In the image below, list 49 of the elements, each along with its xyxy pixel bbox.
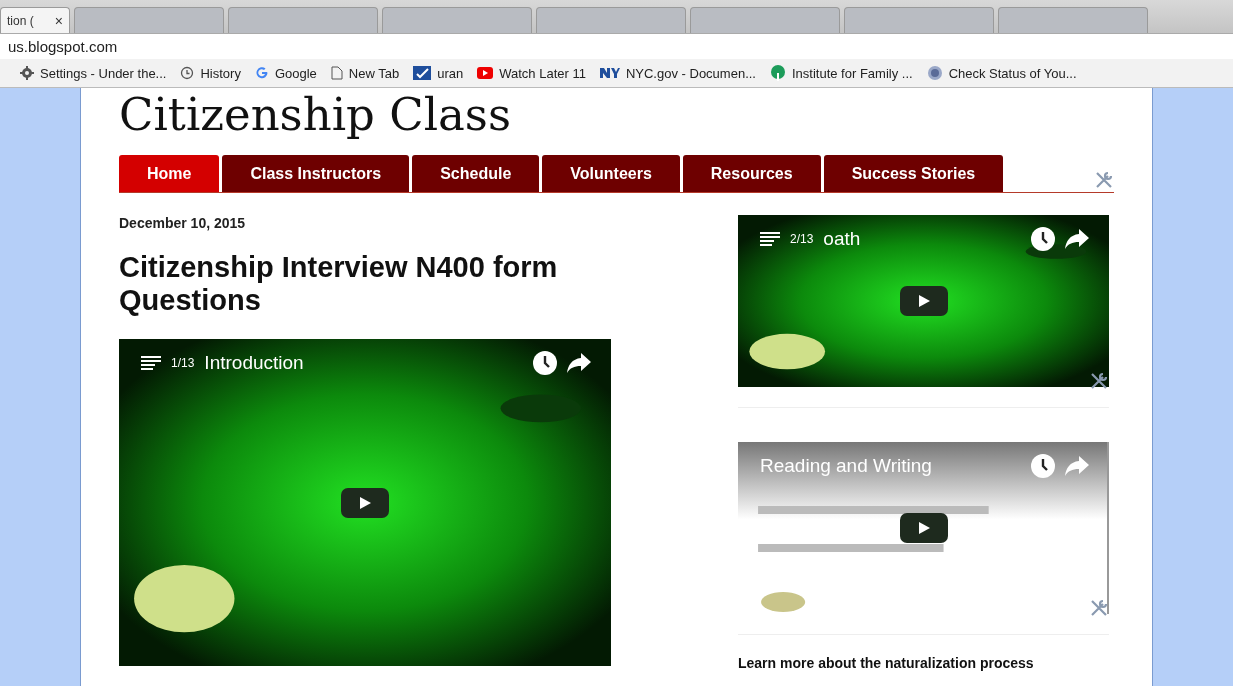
nav-tab[interactable]: Home: [119, 155, 220, 192]
bookmark-link[interactable]: uran: [437, 65, 464, 81]
seal-icon: [926, 65, 943, 81]
playlist-index: 1/13: [171, 356, 195, 370]
playlist-index: 2/13: [790, 232, 814, 246]
play-button[interactable]: [899, 513, 948, 543]
address-bar[interactable]: us.blogspot.com: [0, 33, 1233, 59]
nav-tab[interactable]: Volunteers: [542, 155, 680, 192]
g-logo-icon: [254, 66, 269, 80]
clock-icon[interactable]: [533, 351, 557, 375]
share-icon[interactable]: [1065, 229, 1089, 249]
clock-icon[interactable]: [1031, 227, 1055, 251]
bookmark-link[interactable]: NYC.gov - Documen...: [625, 65, 756, 81]
nav-tab[interactable]: Class Instructors: [222, 155, 410, 192]
play-icon: [916, 521, 931, 535]
play-icon: [477, 67, 494, 79]
play-button[interactable]: [899, 286, 948, 316]
tools-icon[interactable]: [1089, 371, 1109, 391]
bookmark-link[interactable]: Google: [274, 65, 317, 81]
playlist-icon[interactable]: [760, 232, 780, 246]
bookmark-link[interactable]: Watch Later 11: [499, 65, 586, 81]
nav-tab[interactable]: Resources: [682, 155, 821, 192]
page-icon: [330, 66, 343, 80]
share-icon[interactable]: [567, 353, 591, 373]
bookmark-link[interactable]: Check Status of You...: [948, 65, 1077, 81]
browser-tab[interactable]: tion ( ×: [0, 7, 70, 33]
playlist-icon[interactable]: [141, 356, 161, 370]
post-date: December 10, 2015: [119, 215, 247, 231]
check-square-icon: [413, 66, 432, 80]
blog-title: Citizenship Class: [119, 88, 513, 143]
nav-tab[interactable]: Success Stories: [823, 155, 1004, 192]
bookmark-link[interactable]: New Tab: [348, 65, 400, 81]
play-icon: [916, 294, 931, 308]
tree-icon: [769, 65, 786, 81]
video-title[interactable]: Introduction: [204, 352, 523, 374]
post-title: Citizenship Interview N400 form Questions: [119, 251, 559, 317]
clock-icon: [180, 66, 195, 80]
bookmark-link[interactable]: Institute for Family ...: [791, 65, 913, 81]
clock-icon[interactable]: [1031, 454, 1055, 478]
nyc-logo-icon: [599, 66, 620, 80]
close-icon[interactable]: ×: [54, 12, 63, 29]
gear-icon: [20, 66, 34, 80]
nav-tab[interactable]: Schedule: [412, 155, 540, 192]
sidebar-heading: Learn more about the naturalization process: [738, 655, 1035, 671]
play-button[interactable]: [341, 487, 389, 518]
play-icon: [358, 495, 372, 510]
video-title[interactable]: oath: [823, 228, 1021, 250]
bookmark-link[interactable]: History: [200, 65, 241, 81]
bookmark-link[interactable]: Settings - Under the...: [40, 65, 167, 81]
